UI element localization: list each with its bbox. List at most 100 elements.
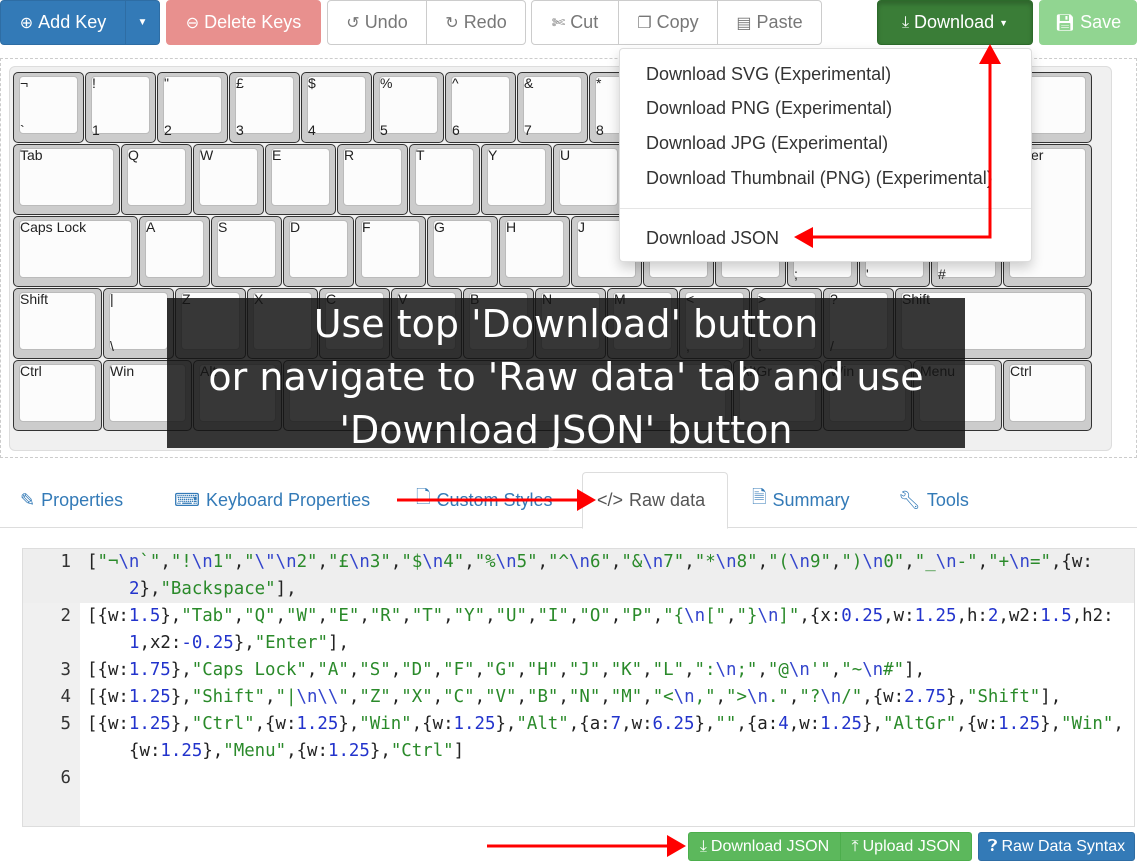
key-legend-top: ¬ (20, 75, 29, 91)
key-legend-top: G (434, 219, 445, 235)
line-number: 2 (60, 606, 71, 626)
keyboard-key[interactable]: G (427, 216, 498, 287)
keyboard-key[interactable]: S (211, 216, 282, 287)
download-button[interactable]: ⤓ Download ▼ (877, 0, 1033, 45)
minus-circle-icon: ⊖ (185, 14, 200, 32)
keyboard-key[interactable]: Ctrl (1003, 360, 1092, 431)
question-circle-icon: ❓︎ (987, 837, 998, 855)
upload-json-button[interactable]: ⤒ Upload JSON (840, 832, 972, 861)
keyboard-key[interactable]: Y (481, 144, 552, 215)
keyboard-key[interactable]: ¬ ` (13, 72, 84, 143)
keyboard-key[interactable]: ^ 6 (445, 72, 516, 143)
keyboard-key[interactable]: A (139, 216, 210, 287)
code-line: 3 [{w:1.75},"Caps Lock","A","S","D","F","… (23, 657, 1134, 684)
key-legend-top: H (506, 219, 517, 235)
key-legend-top: F (362, 219, 371, 235)
keyboard-key[interactable]: T (409, 144, 480, 215)
tab-bar: ✎ Properties ⌨ Keyboard Properties 🗋︎ Custo… (0, 472, 1137, 529)
keyboard-key[interactable]: % 5 (373, 72, 444, 143)
delete-keys-button[interactable]: ⊖ Delete Keys (166, 0, 321, 45)
download-menu: Download SVG (Experimental) Download PNG… (619, 48, 1032, 262)
code-line: 1 ["¬\n`","!\n1","\"\n2","£\n3","$\n4","%… (23, 549, 1134, 603)
paste-icon: ▤ (736, 14, 752, 32)
copy-icon: ❐ (637, 14, 652, 32)
redo-button[interactable]: ↻ Redo (426, 0, 526, 45)
copy-button[interactable]: ❐ Copy (618, 0, 718, 45)
paste-button[interactable]: ▤ Paste (717, 0, 822, 45)
keyboard-key[interactable]: Caps Lock (13, 216, 138, 287)
key-legend-top: Tab (20, 147, 43, 163)
key-legend-top: Y (488, 147, 498, 163)
key-legend-top: R (344, 147, 355, 163)
tab-raw-data[interactable]: </> Raw data (582, 472, 728, 529)
code-text: [{w:1.25},"Shift","|\n\\","Z","X","C","V… (87, 687, 1062, 707)
key-legend-bottom: # (938, 266, 946, 282)
key-legend-bottom: ' (866, 266, 869, 282)
line-number: 5 (60, 714, 71, 734)
keyboard-key[interactable]: Ctrl (13, 360, 102, 431)
tab-custom-styles[interactable]: 🗋︎ Custom Styles (402, 472, 567, 528)
keyboard-key[interactable]: £3 (229, 72, 300, 143)
tab-summary[interactable]: 🗎︎ Summary (738, 472, 864, 528)
key-legend-top: & (524, 75, 534, 91)
key-legend-top: % (380, 75, 393, 91)
code-line: 5 [{w:1.25},"Ctrl",{w:1.25},"Win",{w:1.25… (23, 711, 1134, 765)
keyboard-key[interactable]: H (499, 216, 570, 287)
download-json-button[interactable]: ⤓ Download JSON (688, 832, 841, 861)
keyboard-key[interactable]: Shift (13, 288, 102, 359)
key-legend-top: ! (92, 75, 96, 91)
menu-item-download-svg[interactable]: Download SVG (Experimental) (646, 64, 891, 85)
key-legend-bottom: ; (794, 266, 798, 282)
cut-button[interactable]: ✄ Cut (531, 0, 619, 45)
key-legend-top: $ (308, 75, 316, 91)
line-number: 6 (60, 768, 71, 788)
download-icon: ⤓ (699, 837, 707, 855)
plus-circle-icon: ⊕ (19, 14, 34, 32)
keyboard-key[interactable]: U (553, 144, 624, 215)
keyboard-key[interactable]: Q (121, 144, 192, 215)
wrench-icon: 🔧︎ (898, 489, 921, 510)
keyboard-icon: ⌨ (174, 489, 200, 510)
keyboard-key[interactable]: | \ (103, 288, 174, 359)
key-legend-top: Ctrl (20, 363, 42, 379)
menu-item-download-thumbnail[interactable]: Download Thumbnail (PNG) (Experimental) (646, 168, 993, 189)
key-legend-top: Caps Lock (20, 219, 87, 235)
menu-item-download-png[interactable]: Download PNG (Experimental) (646, 98, 892, 119)
key-legend-top: E (272, 147, 282, 163)
key-legend-bottom: 4 (308, 122, 316, 138)
menu-item-download-jpg[interactable]: Download JPG (Experimental) (646, 133, 888, 154)
raw-data-syntax-button[interactable]: ❓︎ Raw Data Syntax (978, 832, 1135, 861)
add-key-dropdown-toggle[interactable]: ▼ (125, 0, 160, 45)
file-text-icon: 🗎︎ (752, 487, 767, 507)
key-legend-top: D (290, 219, 301, 235)
save-button[interactable]: 💾︎ Save (1039, 0, 1137, 45)
keyboard-key[interactable]: $4 (301, 72, 372, 143)
undo-button[interactable]: ↺ Undo (327, 0, 427, 45)
keyboard-key[interactable]: R (337, 144, 408, 215)
keyboard-key[interactable]: " 2 (157, 72, 228, 143)
keyboard-key[interactable]: ! 1 (85, 72, 156, 143)
menu-item-download-json[interactable]: Download JSON (646, 228, 779, 249)
raw-data-editor[interactable]: 1 ["¬\n`","!\n1","\"\n2","£\n3","$\n4","%… (22, 548, 1135, 827)
instruction-line-3: 'Download JSON' button (339, 408, 793, 452)
tab-properties[interactable]: ✎ Properties (6, 472, 137, 528)
keyboard-key[interactable]: Tab (13, 144, 120, 215)
instruction-line-2: or navigate to 'Raw data' tab and use (208, 355, 924, 399)
add-key-button[interactable]: ⊕ Add Key (0, 0, 126, 45)
tab-keyboard-properties[interactable]: ⌨ Keyboard Properties (160, 472, 384, 528)
keyboard-key[interactable]: F (355, 216, 426, 287)
key-legend-top: ^ (452, 75, 459, 91)
download-icon: ⤓ (901, 13, 910, 31)
tab-tools[interactable]: 🔧︎ Tools (884, 472, 983, 528)
code-text: [{w:1.25},"Ctrl",{w:1.25},"Win",{w:1.25}… (87, 714, 1124, 761)
key-legend-bottom: 6 (452, 122, 460, 138)
keyboard-key[interactable]: D (283, 216, 354, 287)
line-number: 1 (60, 552, 71, 572)
code-text: [{w:1.5},"Tab","Q","W","E","R","T","Y","… (87, 606, 1114, 653)
keyboard-key[interactable]: & 7 (517, 72, 588, 143)
code-line: 2 [{w:1.5},"Tab","Q","W","E","R","T","Y",… (23, 603, 1134, 657)
key-legend-top: W (200, 147, 214, 163)
keyboard-key[interactable]: E (265, 144, 336, 215)
key-legend-top: Win (110, 363, 135, 379)
keyboard-key[interactable]: W (193, 144, 264, 215)
